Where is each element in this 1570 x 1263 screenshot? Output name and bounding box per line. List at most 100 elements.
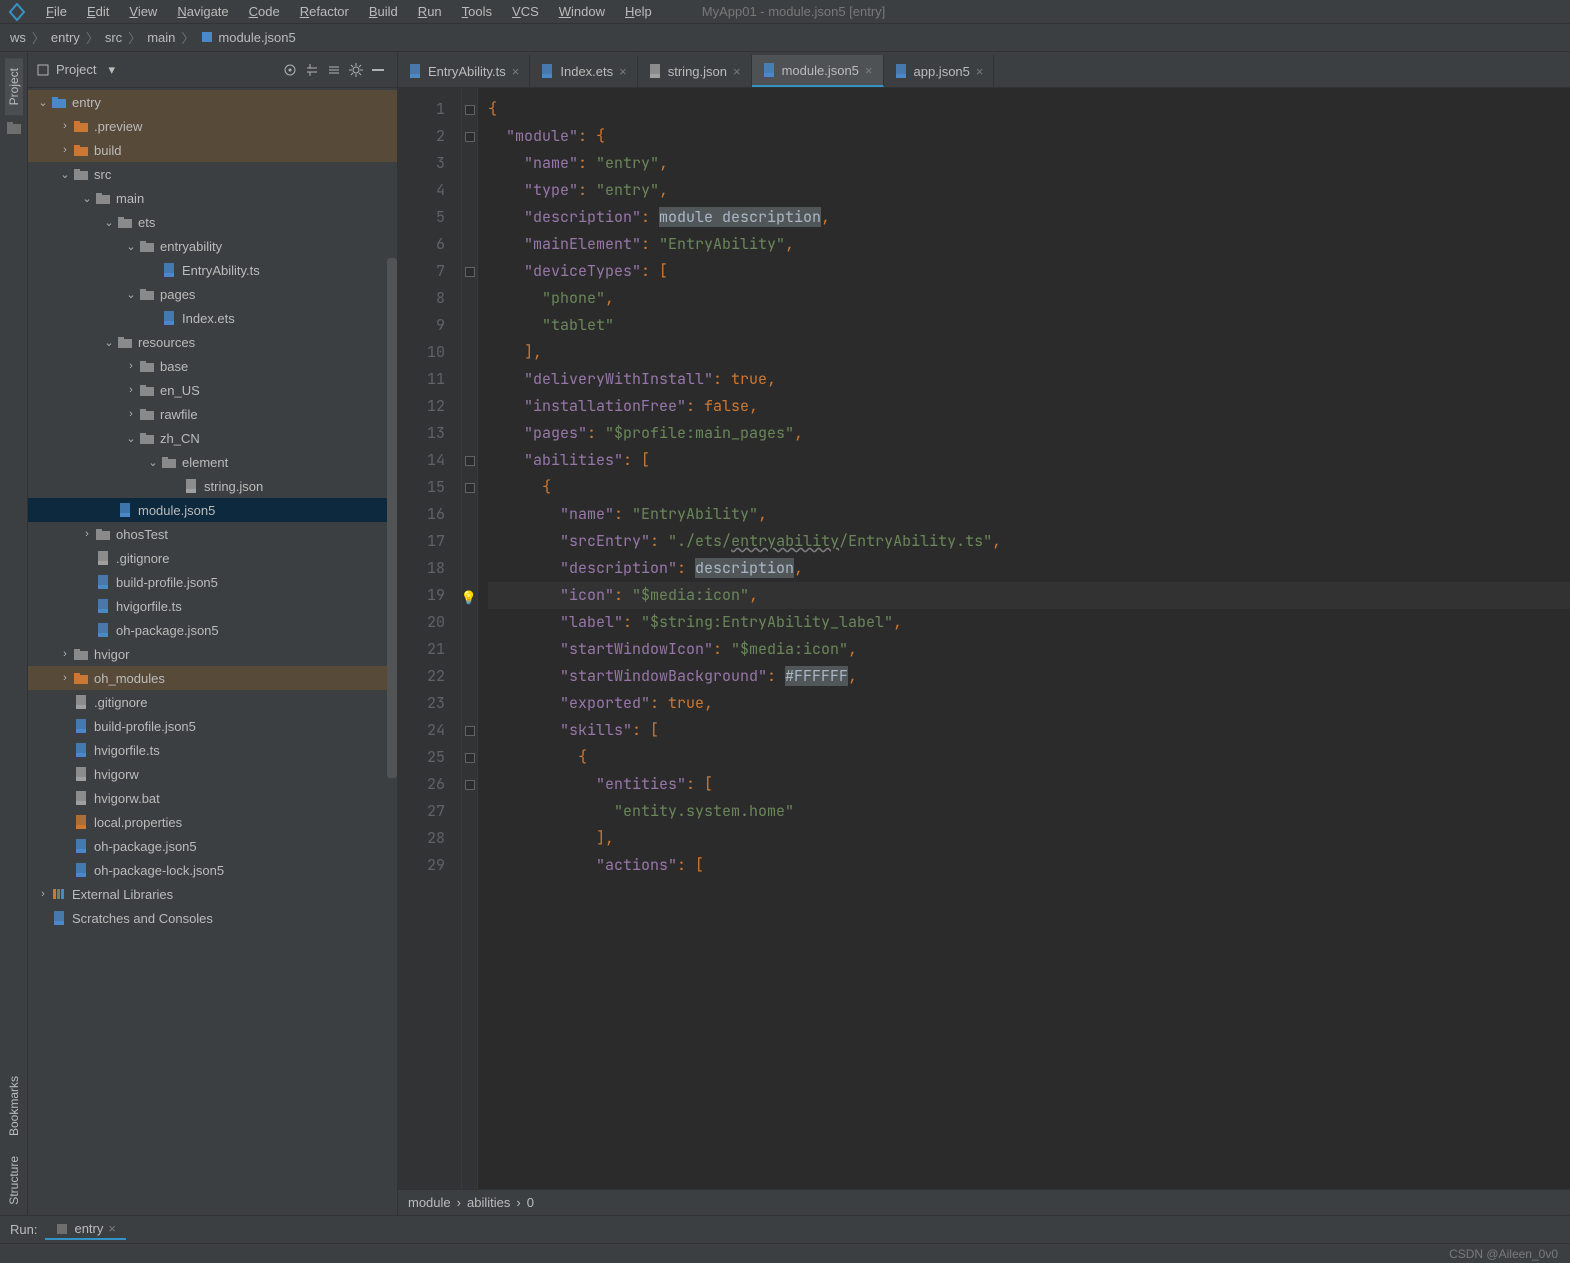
code-line[interactable]: "module": { xyxy=(488,123,1570,150)
code-line[interactable]: "description": description, xyxy=(488,555,1570,582)
fold-marker-icon[interactable] xyxy=(465,753,475,763)
tree-arrow-icon[interactable]: › xyxy=(58,672,72,684)
fold-marker-icon[interactable] xyxy=(465,456,475,466)
menu-help[interactable]: Help xyxy=(615,4,662,19)
code-line[interactable]: "deviceTypes": [ xyxy=(488,258,1570,285)
code-line[interactable]: "srcEntry": "./ets/entryability/EntryAbi… xyxy=(488,528,1570,555)
close-icon[interactable]: × xyxy=(976,64,984,79)
tree-arrow-icon[interactable]: › xyxy=(124,408,138,420)
tree-item-oh-package-json5[interactable]: oh-package.json5 xyxy=(28,618,397,642)
menu-file[interactable]: File xyxy=(36,4,77,19)
tree-arrow-icon[interactable]: › xyxy=(36,888,50,900)
run-tab-entry[interactable]: entry × xyxy=(45,1219,126,1240)
fold-marker-icon[interactable] xyxy=(465,132,475,142)
tree-item-oh-package-json5[interactable]: oh-package.json5 xyxy=(28,834,397,858)
code-line[interactable]: "deliveryWithInstall": true, xyxy=(488,366,1570,393)
breadcrumb-ws[interactable]: ws xyxy=(6,30,30,45)
code-line[interactable]: { xyxy=(488,744,1570,771)
close-icon[interactable]: × xyxy=(108,1221,116,1236)
menu-window[interactable]: Window xyxy=(549,4,615,19)
tree-item-base[interactable]: ›base xyxy=(28,354,397,378)
code-lines[interactable]: { "module": { "name": "entry", "type": "… xyxy=(478,88,1570,1189)
tree-arrow-icon[interactable]: › xyxy=(124,360,138,372)
code-line[interactable]: ], xyxy=(488,339,1570,366)
tree-arrow-icon[interactable]: ⌄ xyxy=(102,336,116,349)
code-line[interactable]: "tablet" xyxy=(488,312,1570,339)
fold-marker-icon[interactable] xyxy=(465,726,475,736)
tree-item-rawfile[interactable]: ›rawfile xyxy=(28,402,397,426)
fold-marker-icon[interactable] xyxy=(465,105,475,115)
tree-arrow-icon[interactable]: ⌄ xyxy=(36,96,50,109)
menu-vcs[interactable]: VCS xyxy=(502,4,549,19)
menu-refactor[interactable]: Refactor xyxy=(290,4,359,19)
tree-item-scratches-and-consoles[interactable]: Scratches and Consoles xyxy=(28,906,397,930)
breadcrumb-src[interactable]: src xyxy=(101,30,126,45)
code-line[interactable]: "exported": true, xyxy=(488,690,1570,717)
tree-item-entryability-ts[interactable]: EntryAbility.ts xyxy=(28,258,397,282)
tree-item-element[interactable]: ⌄element xyxy=(28,450,397,474)
code-line[interactable]: "startWindowIcon": "$media:icon", xyxy=(488,636,1570,663)
code-line[interactable]: "name": "EntryAbility", xyxy=(488,501,1570,528)
tree-item-module-json5[interactable]: module.json5 xyxy=(28,498,397,522)
code-line[interactable]: "icon": "$media:icon", xyxy=(488,582,1570,609)
tab-app-json5[interactable]: app.json5× xyxy=(884,55,995,87)
close-icon[interactable]: × xyxy=(733,64,741,79)
fold-marker-icon[interactable] xyxy=(465,267,475,277)
project-tool-tab[interactable]: Project xyxy=(5,58,23,115)
tree-item-hvigorw[interactable]: hvigorw xyxy=(28,762,397,786)
code-line[interactable]: "skills": [ xyxy=(488,717,1570,744)
tree-item-resources[interactable]: ⌄resources xyxy=(28,330,397,354)
tree-item-index-ets[interactable]: Index.ets xyxy=(28,306,397,330)
tree-item-oh-modules[interactable]: ›oh_modules xyxy=(28,666,397,690)
bookmarks-tool-tab[interactable]: Bookmarks xyxy=(5,1066,23,1146)
close-icon[interactable]: × xyxy=(619,64,627,79)
code-line[interactable]: "abilities": [ xyxy=(488,447,1570,474)
breadcrumb-main[interactable]: main xyxy=(143,30,179,45)
tree-arrow-icon[interactable]: › xyxy=(58,120,72,132)
tree-item-entryability[interactable]: ⌄entryability xyxy=(28,234,397,258)
locate-icon[interactable] xyxy=(279,59,301,81)
tree-arrow-icon[interactable]: ⌄ xyxy=(58,168,72,181)
menu-code[interactable]: Code xyxy=(239,4,290,19)
tab-module-json5[interactable]: module.json5× xyxy=(752,55,884,87)
tree-item-main[interactable]: ⌄main xyxy=(28,186,397,210)
tree-arrow-icon[interactable]: ⌄ xyxy=(146,456,160,469)
menu-tools[interactable]: Tools xyxy=(452,4,502,19)
code-editor[interactable]: 1234567891011121314151617181920212223242… xyxy=(398,88,1570,1189)
tree-arrow-icon[interactable]: › xyxy=(80,528,94,540)
tab-index-ets[interactable]: Index.ets× xyxy=(530,55,637,87)
tree-item-ohostest[interactable]: ›ohosTest xyxy=(28,522,397,546)
tree-arrow-icon[interactable]: ⌄ xyxy=(124,288,138,301)
menu-build[interactable]: Build xyxy=(359,4,408,19)
tree-item-build[interactable]: ›build xyxy=(28,138,397,162)
tree-item--preview[interactable]: ›.preview xyxy=(28,114,397,138)
code-line[interactable]: "mainElement": "EntryAbility", xyxy=(488,231,1570,258)
code-line[interactable]: ], xyxy=(488,825,1570,852)
tree-item-hvigorfile-ts[interactable]: hvigorfile.ts xyxy=(28,594,397,618)
tree-item-hvigorfile-ts[interactable]: hvigorfile.ts xyxy=(28,738,397,762)
tree-item-local-properties[interactable]: local.properties xyxy=(28,810,397,834)
tree-scrollbar[interactable] xyxy=(387,258,397,778)
code-line[interactable]: "actions": [ xyxy=(488,852,1570,879)
code-line[interactable]: "name": "entry", xyxy=(488,150,1570,177)
fold-marker-icon[interactable] xyxy=(465,780,475,790)
tree-arrow-icon[interactable]: ⌄ xyxy=(80,192,94,205)
collapse-all-icon[interactable] xyxy=(323,59,345,81)
project-panel-title[interactable]: Project ▾ xyxy=(36,62,115,78)
tree-item-ets[interactable]: ⌄ets xyxy=(28,210,397,234)
code-line[interactable]: "entity.system.home" xyxy=(488,798,1570,825)
tree-item-hvigorw-bat[interactable]: hvigorw.bat xyxy=(28,786,397,810)
code-line[interactable]: "pages": "$profile:main_pages", xyxy=(488,420,1570,447)
tree-item-external-libraries[interactable]: ›External Libraries xyxy=(28,882,397,906)
code-line[interactable]: { xyxy=(488,96,1570,123)
tree-item-build-profile-json5[interactable]: build-profile.json5 xyxy=(28,714,397,738)
tree-item--gitignore[interactable]: .gitignore xyxy=(28,690,397,714)
tree-arrow-icon[interactable]: ⌄ xyxy=(124,240,138,253)
crumb-module[interactable]: module xyxy=(408,1195,451,1210)
hide-icon[interactable] xyxy=(367,59,389,81)
tree-arrow-icon[interactable]: › xyxy=(124,384,138,396)
tree-arrow-icon[interactable]: ⌄ xyxy=(102,216,116,229)
tree-arrow-icon[interactable]: › xyxy=(58,648,72,660)
crumb-index[interactable]: 0 xyxy=(527,1195,534,1210)
tree-item--gitignore[interactable]: .gitignore xyxy=(28,546,397,570)
